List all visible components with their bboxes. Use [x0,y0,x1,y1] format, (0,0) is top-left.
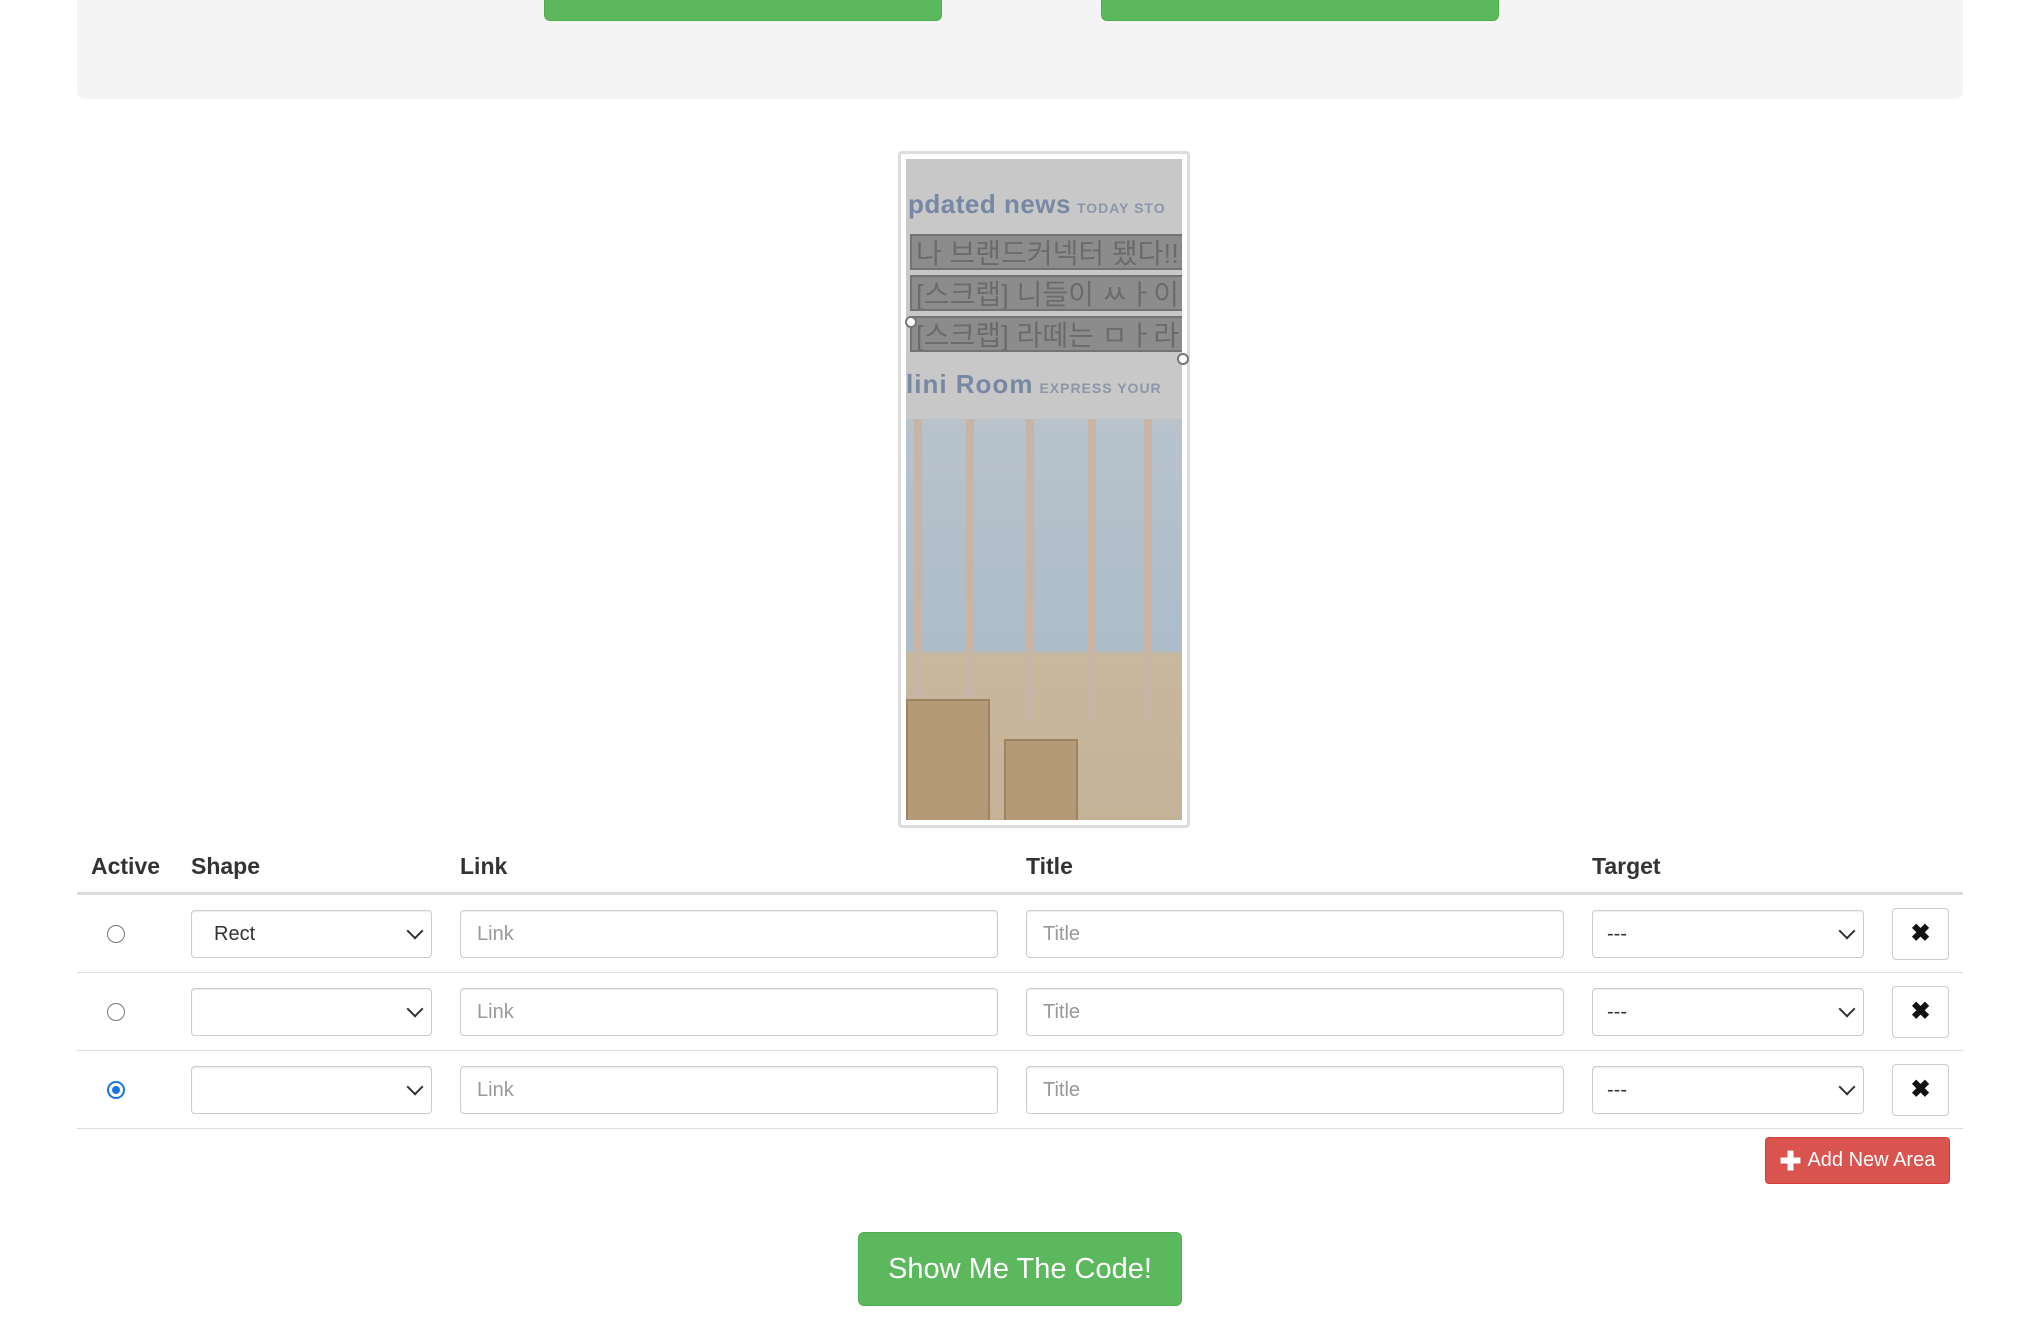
table-row: Link Title --- ✖ [77,1050,1963,1129]
top-button-left[interactable] [544,0,942,21]
header-actions [1878,840,1963,895]
table-row: Link Title --- ✖ [77,972,1963,1051]
close-icon: ✖ [1910,998,1931,1025]
area-handle-top-left[interactable] [905,316,917,328]
top-button-right[interactable] [1101,0,1499,21]
target-select[interactable]: --- [1592,909,1864,958]
header-target: Target [1578,840,1878,895]
target-select[interactable]: --- [1592,1065,1864,1114]
image-canvas[interactable]: pdated news TODAY STO 나 브랜드커넥터 됐다!!! [스크랩… [906,159,1182,820]
chevron-down-icon [1838,1078,1856,1095]
chevron-down-icon [406,1000,424,1017]
delete-area-button[interactable]: ✖ [1892,985,1949,1038]
header-active: Active [77,840,177,895]
shape-select[interactable] [191,1065,432,1114]
active-radio[interactable] [107,1080,125,1099]
target-select[interactable]: --- [1592,987,1864,1036]
close-icon: ✖ [1910,920,1931,947]
delete-area-button[interactable]: ✖ [1892,1063,1949,1116]
shape-select[interactable]: Rect [191,909,432,958]
plus-icon: ✚ [1779,1145,1802,1176]
add-new-area-label: Add New Area [1807,1149,1936,1171]
table-row: Rect Link Title --- ✖ [77,893,1963,973]
active-radio[interactable] [107,924,125,943]
header-shape: Shape [177,840,446,895]
chevron-down-icon [1838,922,1856,939]
preview-overlay [906,159,1182,820]
area-handle-bottom-right[interactable] [1177,353,1189,365]
header-title: Title [1012,840,1578,895]
chevron-down-icon [406,922,424,939]
title-input[interactable]: Title [1026,987,1564,1036]
link-input[interactable]: Link [460,987,998,1036]
close-icon: ✖ [1910,1076,1931,1103]
chevron-down-icon [1838,1000,1856,1017]
chevron-down-icon [406,1078,424,1095]
header-link: Link [446,840,1012,895]
image-preview[interactable]: pdated news TODAY STO 나 브랜드커넥터 됐다!!! [스크랩… [898,151,1190,828]
show-code-button[interactable]: Show Me The Code! [858,1232,1182,1306]
areas-table: Active Shape Link Title Target Rect Link… [77,840,1963,1129]
link-input[interactable]: Link [460,1065,998,1114]
link-input[interactable]: Link [460,909,998,958]
active-radio[interactable] [107,1002,125,1021]
delete-area-button[interactable]: ✖ [1892,907,1949,960]
top-panel [77,0,1963,99]
shape-select[interactable] [191,987,432,1036]
title-input[interactable]: Title [1026,909,1564,958]
title-input[interactable]: Title [1026,1065,1564,1114]
add-new-area-button[interactable]: ✚ Add New Area [1765,1137,1950,1184]
